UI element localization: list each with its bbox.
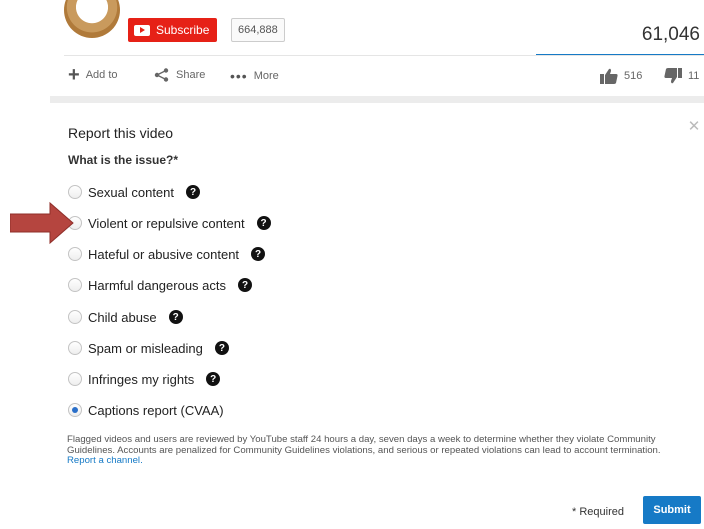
option-label: Child abuse xyxy=(88,309,157,325)
more-label: More xyxy=(253,70,279,82)
help-icon[interactable]: ? xyxy=(256,216,271,230)
option-infringes-rights[interactable]: Infringes my rights ? xyxy=(68,370,221,388)
option-child-abuse[interactable]: Child abuse ? xyxy=(68,308,183,326)
radio-button[interactable] xyxy=(68,185,82,199)
submit-button[interactable]: Submit xyxy=(643,496,701,524)
option-spam[interactable]: Spam or misleading ? xyxy=(68,339,229,357)
option-captions-report[interactable]: Captions report (CVAA) xyxy=(68,401,224,419)
subscribe-label: Subscribe xyxy=(156,23,210,37)
disclaimer-body: Flagged videos and users are reviewed by… xyxy=(67,434,661,456)
radio-button[interactable] xyxy=(68,372,82,386)
subscribe-button[interactable]: Subscribe xyxy=(128,18,218,42)
add-to-label: Add to xyxy=(85,69,118,81)
option-hateful-content[interactable]: Hateful or abusive content ? xyxy=(68,245,266,263)
video-header: Subscribe 664,888 61,046 + Add to Share … xyxy=(0,0,704,96)
help-icon[interactable]: ? xyxy=(206,372,221,386)
radio-button[interactable] xyxy=(68,247,82,261)
more-dots-icon: ••• xyxy=(230,68,248,84)
issue-question: What is the issue?* xyxy=(68,153,179,167)
option-label: Captions report (CVAA) xyxy=(88,402,224,418)
option-label: Harmful dangerous acts xyxy=(88,277,227,293)
help-icon[interactable]: ? xyxy=(168,310,183,324)
help-icon[interactable]: ? xyxy=(214,341,229,355)
likes-count: 516 xyxy=(624,70,643,82)
thumbs-up-icon xyxy=(600,68,618,84)
dislike-button[interactable]: 11 xyxy=(664,68,699,84)
like-button[interactable]: 516 xyxy=(600,68,642,84)
more-button[interactable]: ••• More xyxy=(230,68,279,84)
thumbs-down-icon xyxy=(664,68,682,84)
red-arrow-annotation xyxy=(10,201,74,245)
add-to-button[interactable]: + Add to xyxy=(68,64,118,86)
option-violent-content[interactable]: Violent or repulsive content ? xyxy=(68,214,271,232)
required-note: * Required xyxy=(572,506,624,518)
option-label: Spam or misleading xyxy=(88,340,203,356)
subscriber-count: 664,888 xyxy=(231,18,285,42)
radio-button[interactable] xyxy=(68,341,82,355)
option-label: Violent or repulsive content xyxy=(88,215,245,231)
close-icon[interactable]: ✕ xyxy=(684,117,704,135)
option-harmful-acts[interactable]: Harmful dangerous acts ? xyxy=(68,276,253,294)
disclaimer-text: Flagged videos and users are reviewed by… xyxy=(67,434,677,467)
option-label: Sexual content xyxy=(88,184,175,200)
youtube-play-icon xyxy=(134,24,150,36)
radio-button[interactable] xyxy=(68,278,82,292)
plus-icon: + xyxy=(68,64,80,86)
report-channel-link[interactable]: Report a channel. xyxy=(67,455,143,466)
help-icon[interactable]: ? xyxy=(186,185,201,199)
radio-button-selected[interactable] xyxy=(68,403,82,417)
share-button[interactable]: Share xyxy=(154,68,205,82)
dialog-title: Report this video xyxy=(68,125,174,141)
view-count: 61,046 xyxy=(641,24,700,45)
option-sexual-content[interactable]: Sexual content ? xyxy=(68,183,201,201)
radio-button[interactable] xyxy=(68,310,82,324)
option-label: Infringes my rights xyxy=(88,371,195,387)
dislikes-count: 11 xyxy=(688,70,700,82)
section-divider xyxy=(50,96,704,103)
channel-avatar[interactable] xyxy=(64,0,120,38)
option-label: Hateful or abusive content xyxy=(88,246,240,262)
actions-divider xyxy=(64,55,704,56)
share-icon xyxy=(154,68,169,82)
help-icon[interactable]: ? xyxy=(238,278,253,292)
help-icon[interactable]: ? xyxy=(251,247,266,261)
share-label: Share xyxy=(176,69,206,81)
